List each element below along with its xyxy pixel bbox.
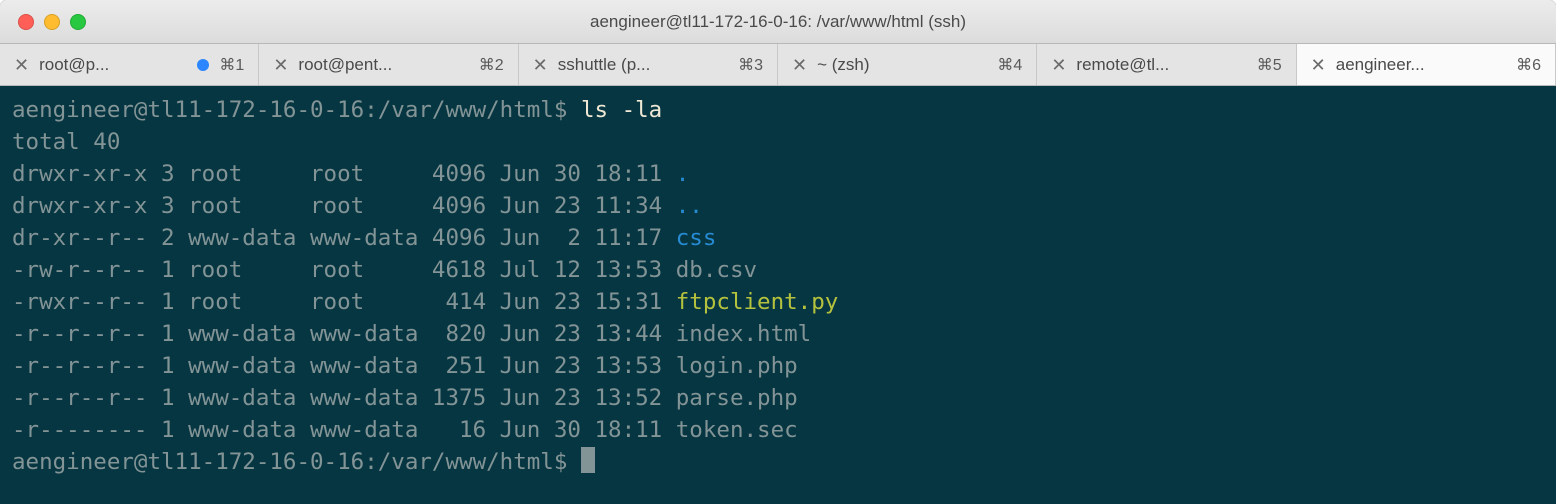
terminal-window: aengineer@tl11-172-16-0-16: /var/www/htm…: [0, 0, 1556, 504]
tab-3[interactable]: ✕ ~ (zsh) ⌘4: [778, 44, 1037, 85]
close-tab-icon[interactable]: ✕: [792, 56, 807, 74]
file-name: ..: [676, 193, 703, 219]
file-name: db.csv: [676, 257, 757, 283]
tab-label: ~ (zsh): [817, 55, 987, 75]
tab-2[interactable]: ✕ sshuttle (p... ⌘3: [519, 44, 778, 85]
file-name: .: [676, 161, 690, 187]
close-tab-icon[interactable]: ✕: [533, 56, 548, 74]
close-tab-icon[interactable]: ✕: [14, 56, 29, 74]
tab-shortcut: ⌘5: [1257, 55, 1282, 75]
tab-shortcut: ⌘1: [219, 55, 244, 75]
file-name: css: [676, 225, 717, 251]
tab-5[interactable]: ✕ aengineer... ⌘6: [1297, 44, 1556, 85]
terminal-line: -r--r--r-- 1 www-data www-data 820 Jun 2…: [12, 318, 1544, 350]
file-name: token.sec: [676, 417, 798, 443]
total-line: total 40: [12, 129, 120, 155]
file-name: ftpclient.py: [676, 289, 839, 315]
close-tab-icon[interactable]: ✕: [1311, 56, 1326, 74]
prompt: aengineer@tl11-172-16-0-16:/var/www/html…: [12, 449, 581, 475]
tab-shortcut: ⌘6: [1516, 55, 1541, 75]
tab-shortcut: ⌘2: [479, 55, 504, 75]
close-tab-icon[interactable]: ✕: [273, 56, 288, 74]
tab-shortcut: ⌘3: [738, 55, 763, 75]
tab-label: root@pent...: [298, 55, 468, 75]
terminal-line: drwxr-xr-x 3 root root 4096 Jun 30 18:11…: [12, 158, 1544, 190]
minimize-window-button[interactable]: [44, 14, 60, 30]
prompt: aengineer@tl11-172-16-0-16:/var/www/html…: [12, 97, 581, 123]
close-tab-icon[interactable]: ✕: [1051, 56, 1066, 74]
terminal-line: -r--r--r-- 1 www-data www-data 1375 Jun …: [12, 382, 1544, 414]
window-title: aengineer@tl11-172-16-0-16: /var/www/htm…: [0, 12, 1556, 32]
traffic-lights: [0, 14, 86, 30]
file-name: parse.php: [676, 385, 798, 411]
file-name: index.html: [676, 321, 811, 347]
terminal-line: aengineer@tl11-172-16-0-16:/var/www/html…: [12, 94, 1544, 126]
tab-bar: ✕ root@p... ⌘1 ✕ root@pent... ⌘2 ✕ sshuttle (p.…: [0, 44, 1556, 86]
terminal-line: dr-xr--r-- 2 www-data www-data 4096 Jun …: [12, 222, 1544, 254]
file-name: login.php: [676, 353, 798, 379]
activity-dot-icon: [197, 59, 209, 71]
tab-shortcut: ⌘4: [997, 55, 1022, 75]
close-window-button[interactable]: [18, 14, 34, 30]
tab-label: sshuttle (p...: [558, 55, 728, 75]
tab-0[interactable]: ✕ root@p... ⌘1: [0, 44, 259, 85]
terminal-line: total 40: [12, 126, 1544, 158]
zoom-window-button[interactable]: [70, 14, 86, 30]
terminal-content[interactable]: aengineer@tl11-172-16-0-16:/var/www/html…: [0, 86, 1556, 504]
tab-1[interactable]: ✕ root@pent... ⌘2: [259, 44, 518, 85]
tab-label: aengineer...: [1336, 55, 1506, 75]
command: ls -la: [581, 97, 662, 123]
terminal-line: aengineer@tl11-172-16-0-16:/var/www/html…: [12, 446, 1544, 478]
cursor: [581, 447, 595, 473]
terminal-line: -r-------- 1 www-data www-data 16 Jun 30…: [12, 414, 1544, 446]
tab-label: remote@tl...: [1076, 55, 1246, 75]
terminal-line: -r--r--r-- 1 www-data www-data 251 Jun 2…: [12, 350, 1544, 382]
tab-label: root@p...: [39, 55, 187, 75]
tab-4[interactable]: ✕ remote@tl... ⌘5: [1037, 44, 1296, 85]
terminal-line: drwxr-xr-x 3 root root 4096 Jun 23 11:34…: [12, 190, 1544, 222]
terminal-line: -rw-r--r-- 1 root root 4618 Jul 12 13:53…: [12, 254, 1544, 286]
titlebar: aengineer@tl11-172-16-0-16: /var/www/htm…: [0, 0, 1556, 44]
terminal-line: -rwxr--r-- 1 root root 414 Jun 23 15:31 …: [12, 286, 1544, 318]
